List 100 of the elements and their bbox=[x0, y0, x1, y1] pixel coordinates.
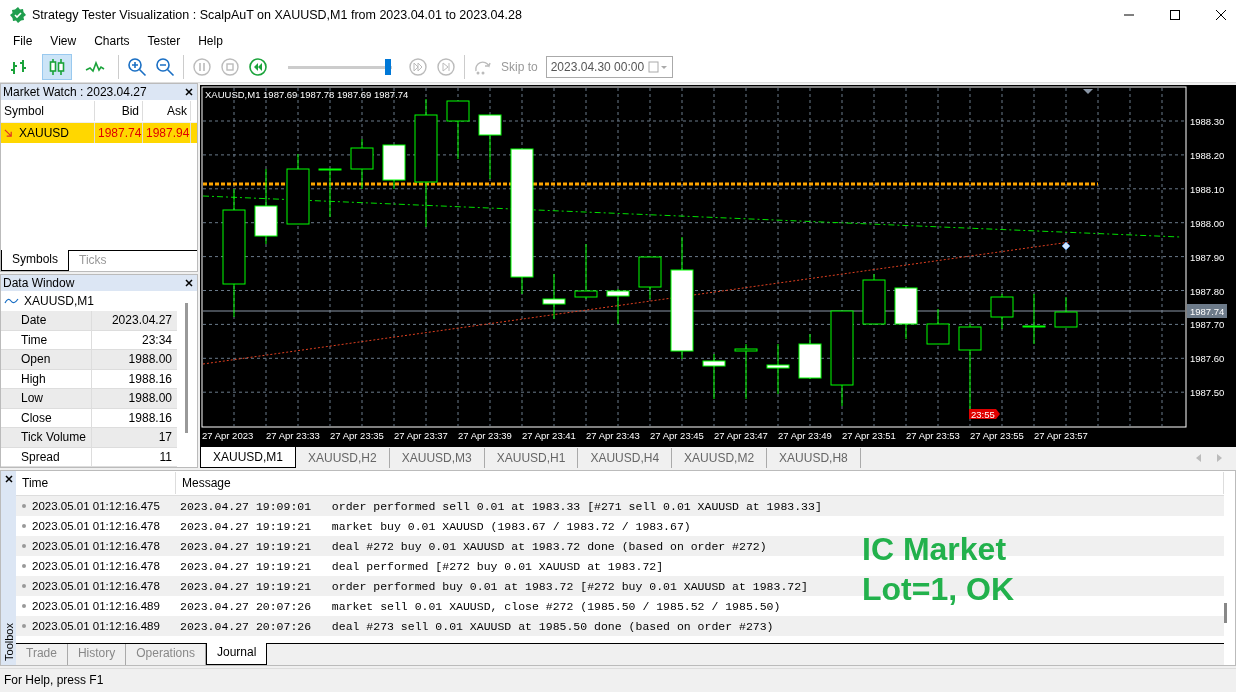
candlestick bbox=[1022, 293, 1046, 345]
chart-tab[interactable]: XAUUSD,H1 bbox=[484, 447, 579, 468]
window-title: Strategy Tester Visualization : ScalpAuT on XAUUSD,M1 from 2023.04.01 to 2023.04.28 bbox=[32, 8, 522, 22]
down-arrow-icon bbox=[4, 128, 13, 138]
bullet-icon bbox=[22, 584, 26, 588]
time-label: 27 Apr 23:39 bbox=[458, 430, 512, 441]
column-header[interactable]: Time bbox=[16, 472, 176, 494]
menu-item[interactable]: Help bbox=[189, 32, 232, 50]
bullet-icon bbox=[22, 524, 26, 528]
data-label: Open bbox=[1, 350, 92, 369]
skip-date-field[interactable]: 2023.04.30 00:00 bbox=[545, 56, 674, 78]
candlestick bbox=[766, 343, 790, 395]
time-label: 27 Apr 23:41 bbox=[522, 430, 576, 441]
dropdown-triangle-icon bbox=[1083, 89, 1093, 94]
close-icon[interactable] bbox=[1216, 10, 1226, 20]
column-header[interactable]: Symbol bbox=[1, 101, 95, 121]
close-icon[interactable] bbox=[185, 88, 193, 96]
candlestick bbox=[702, 353, 726, 400]
speed-slider-thumb[interactable] bbox=[384, 58, 391, 75]
bullet-icon bbox=[22, 624, 26, 628]
chart-header: XAUUSD,M1 1987.69 1987.78 1987.69 1987.74 bbox=[205, 89, 409, 100]
market-watch-title: Market Watch : 2023.04.27 bbox=[3, 85, 147, 99]
price-label: 1987.50 bbox=[1190, 387, 1225, 399]
data-value: 1988.16 bbox=[127, 409, 173, 427]
candlestick bbox=[734, 343, 758, 400]
price-label: 1987.60 bbox=[1190, 353, 1225, 365]
app-logo-icon bbox=[10, 7, 26, 23]
skip-to-label: Skip to bbox=[501, 60, 538, 74]
rewind-icon[interactable] bbox=[248, 57, 268, 77]
log-message: 2023.04.27 19:19:21 deal performed [#272 buy 0.01 XAUUSD at 1983.72] bbox=[179, 559, 664, 573]
candlestick bbox=[350, 138, 374, 190]
data-label: Tick Volume bbox=[1, 428, 92, 447]
zoom-out-icon[interactable] bbox=[155, 57, 175, 77]
log-time: 2023.05.01 01:12:16.489 bbox=[32, 600, 160, 612]
menu-item[interactable]: Charts bbox=[85, 32, 139, 50]
column-header[interactable]: Message bbox=[176, 472, 1224, 494]
diamond-icon bbox=[1061, 241, 1071, 251]
maximize-icon[interactable] bbox=[1170, 10, 1180, 20]
price-label: 1988.10 bbox=[1190, 183, 1225, 195]
candlestick bbox=[382, 144, 406, 190]
log-message: 2023.04.27 20:07:26 market sell 0.01 XAUUSD, close #272 (1985.50 / 1985.52 / 1985.50) bbox=[179, 599, 781, 613]
scrollbar[interactable] bbox=[185, 303, 188, 433]
time-label: 27 Apr 23:49 bbox=[778, 430, 832, 441]
candlestick-chart-button[interactable] bbox=[42, 54, 72, 80]
chart-tab[interactable]: XAUUSD,H2 bbox=[296, 447, 390, 468]
scroll-right-icon[interactable] bbox=[1216, 453, 1222, 462]
log-message: 2023.04.27 19:19:21 order performed buy 0.01 at 1983.72 [#272 buy 0.01 XAUUSD at 1983.72] bbox=[179, 579, 808, 593]
scroll-left-icon[interactable] bbox=[1196, 453, 1202, 462]
price-label: 1988.30 bbox=[1190, 116, 1225, 127]
data-label: Spread bbox=[1, 447, 92, 467]
log-time: 2023.05.01 01:12:16.478 bbox=[32, 540, 160, 552]
log-message: 2023.04.27 20:07:26 deal #273 sell 0.01 XAUUSD at 1985.50 done (based on order #273) bbox=[179, 619, 774, 633]
log-time: 2023.05.01 01:12:16.478 bbox=[32, 580, 160, 592]
menu-item[interactable]: File bbox=[4, 32, 42, 50]
zoom-in-icon[interactable] bbox=[127, 57, 147, 77]
toolbox-tab[interactable]: Journal bbox=[205, 643, 268, 665]
chart-tab[interactable]: XAUUSD,M3 bbox=[389, 447, 485, 468]
scrollbar[interactable] bbox=[1224, 603, 1227, 623]
price-label: 1987.70 bbox=[1190, 319, 1225, 331]
chart-tab[interactable]: XAUUSD,M1 bbox=[200, 447, 296, 468]
panel-tab[interactable]: Symbols bbox=[1, 250, 69, 271]
calendar-icon[interactable] bbox=[648, 61, 669, 73]
log-time: 2023.05.01 01:12:16.489 bbox=[32, 620, 160, 632]
price-label: 1988.20 bbox=[1190, 149, 1225, 161]
column-header[interactable]: Ask bbox=[143, 101, 191, 121]
toolbox-title: Toolbox bbox=[2, 623, 15, 661]
time-label: 27 Apr 23:37 bbox=[394, 430, 448, 441]
bullet-icon bbox=[22, 564, 26, 568]
price-label: 1987.80 bbox=[1190, 285, 1225, 297]
data-label: Time bbox=[1, 330, 92, 350]
log-time: 2023.05.01 01:12:16.478 bbox=[32, 520, 160, 532]
column-header[interactable]: Bid bbox=[95, 101, 143, 121]
step-forward-icon[interactable] bbox=[436, 57, 456, 77]
symbol-row[interactable]: XAUUSD 1987.74 1987.94 bbox=[1, 123, 197, 143]
data-label: High bbox=[1, 369, 92, 389]
data-value: 1988.00 bbox=[127, 351, 173, 368]
log-message: 2023.04.27 19:09:01 order performed sell 0.01 at 1983.33 [#271 sell 0.01 XAUUSD at 1983.33] bbox=[179, 499, 822, 513]
stop-icon[interactable] bbox=[220, 57, 240, 77]
menu-item[interactable]: View bbox=[41, 32, 86, 50]
candlestick bbox=[478, 114, 502, 180]
close-icon[interactable] bbox=[4, 475, 13, 483]
data-value: 23:34 bbox=[140, 331, 173, 349]
annotation-text: IC Market bbox=[862, 530, 1008, 569]
bullet-icon bbox=[22, 504, 26, 508]
data-symbol: XAUUSD,M1 bbox=[24, 294, 94, 308]
close-icon[interactable] bbox=[185, 279, 193, 287]
time-label: 27 Apr 23:57 bbox=[1034, 430, 1088, 441]
time-marker: 23:55 bbox=[969, 409, 1000, 420]
candlestick bbox=[638, 256, 662, 300]
log-time: 2023.05.01 01:12:16.478 bbox=[32, 560, 160, 572]
time-label: 27 Apr 2023 bbox=[202, 430, 254, 441]
status-text: For Help, press F1 bbox=[4, 673, 104, 687]
chart-tab[interactable]: XAUUSD,H8 bbox=[767, 447, 861, 468]
chart-tab[interactable]: XAUUSD,M2 bbox=[672, 447, 768, 468]
data-value: 1988.00 bbox=[127, 390, 173, 407]
menu-item[interactable]: Tester bbox=[138, 32, 190, 50]
chart-tab[interactable]: XAUUSD,H4 bbox=[578, 447, 673, 468]
candlestick bbox=[318, 168, 342, 218]
pause-icon[interactable] bbox=[192, 57, 212, 77]
fast-forward-icon[interactable] bbox=[408, 57, 428, 77]
